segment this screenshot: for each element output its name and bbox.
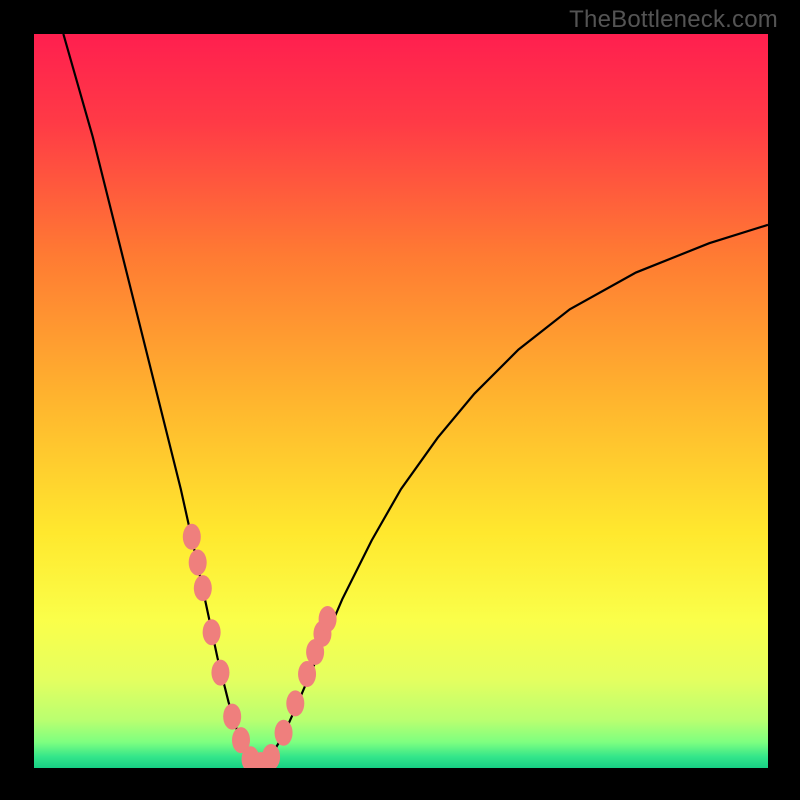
highlight-dot	[223, 704, 241, 730]
bottleneck-plot	[34, 34, 768, 768]
highlight-dot	[189, 549, 207, 575]
highlight-dot	[203, 619, 221, 645]
highlight-dot	[194, 575, 212, 601]
highlight-dot	[211, 660, 229, 686]
highlight-dot	[275, 720, 293, 746]
watermark-text: TheBottleneck.com	[569, 6, 778, 34]
highlight-dot	[298, 661, 316, 687]
highlight-dot	[286, 690, 304, 716]
chart-frame: TheBottleneck.com	[0, 0, 800, 800]
highlight-dot	[319, 606, 337, 632]
highlight-dot	[183, 524, 201, 550]
gradient-background	[34, 34, 768, 768]
